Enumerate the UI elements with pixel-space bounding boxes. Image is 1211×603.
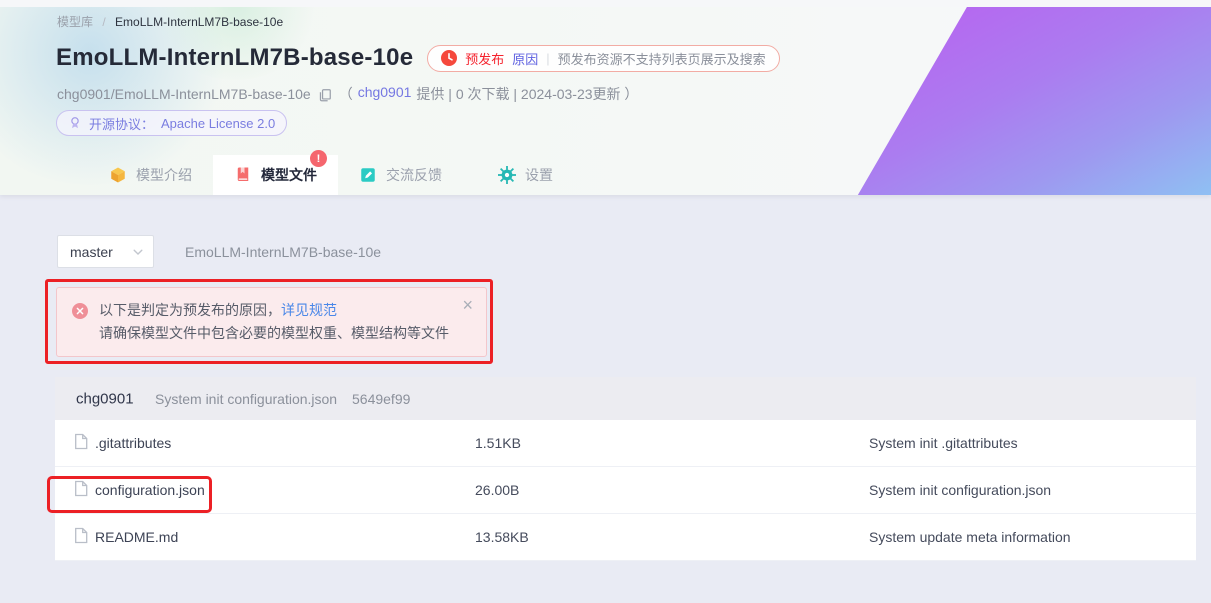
clock-icon [441,50,457,66]
meta-stats: 提供 | 0 次下载 | 2024-03-23更新 ） [416,84,638,104]
model-repo-page: 模型库 / EmoLLM-InternLM7B-base-10e EmoLLM-… [0,0,1211,603]
book-icon [234,166,252,184]
breadcrumb-separator: / [102,15,105,29]
tab-label: 交流反馈 [386,165,442,185]
license-label: 开源协议： [89,114,154,133]
notification-badge: ! [310,150,327,167]
file-name-link[interactable]: README.md [95,529,178,545]
purple-gradient-decoration [851,7,1211,195]
copy-icon[interactable] [318,88,332,102]
file-size: 26.00B [475,482,519,498]
table-row: README.md 13.58KB System update meta inf… [55,514,1196,561]
alert-line1: 以下是判定为预发布的原因，详见规范 [99,299,456,322]
page-title: EmoLLM-InternLM7B-base-10e [56,44,413,72]
table-row: .gitattributes 1.51KB System init .gitat… [55,420,1196,467]
file-icon [74,434,88,453]
license-chip[interactable]: 开源协议： Apache License 2.0 [56,110,287,136]
tab-model-intro[interactable]: 模型介绍 [88,155,213,195]
alert-line2: 请确保模型文件中包含必要的模型权重、模型结构等文件 [99,322,456,345]
file-size: 13.58KB [475,529,529,545]
edit-icon [359,166,377,184]
tab-label: 模型文件 [261,165,317,185]
tab-label: 设置 [525,165,553,185]
prerelease-reason-link[interactable]: 原因 [512,49,538,68]
tab-feedback[interactable]: 交流反馈 [338,155,463,195]
file-table: chg0901 System init configuration.json 5… [55,377,1196,561]
repo-meta: （ chg0901 提供 | 0 次下载 | 2024-03-23更新 ） [339,84,639,104]
breadcrumb: 模型库 / EmoLLM-InternLM7B-base-10e [57,13,283,30]
gear-icon [498,166,516,184]
file-size: 1.51KB [475,435,521,451]
title-row: EmoLLM-InternLM7B-base-10e 预发布 原因 | 预发布资… [56,44,780,72]
file-name-link[interactable]: .gitattributes [95,435,171,451]
breadcrumb-current: EmoLLM-InternLM7B-base-10e [115,15,283,29]
tab-model-files[interactable]: 模型文件 ! [213,155,338,195]
file-icon [74,481,88,500]
medal-icon [68,116,82,130]
prerelease-note: 预发布资源不支持列表页展示及搜索 [558,49,766,68]
badge-divider: | [546,51,549,66]
file-name-link[interactable]: configuration.json [95,482,205,498]
meta-open-paren: （ [339,84,353,104]
prerelease-status-label: 预发布 [465,49,504,68]
top-strip [0,0,1211,7]
license-value: Apache License 2.0 [161,116,275,131]
file-commit-message: System update meta information [869,529,1071,545]
page-header: 模型库 / EmoLLM-InternLM7B-base-10e EmoLLM-… [0,0,1211,195]
current-repo-name: EmoLLM-InternLM7B-base-10e [185,244,381,260]
table-row: configuration.json 26.00B System init co… [55,467,1196,514]
tab-settings[interactable]: 设置 [463,155,588,195]
file-commit-message: System init .gitattributes [869,435,1018,451]
file-icon [74,528,88,547]
commit-header: chg0901 System init configuration.json 5… [55,377,1196,420]
spec-link[interactable]: 详见规范 [281,302,337,318]
tab-label: 模型介绍 [136,165,192,185]
breadcrumb-root[interactable]: 模型库 [57,15,93,29]
commit-message: System init configuration.json [155,391,337,407]
commit-author[interactable]: chg0901 [76,390,134,407]
provider-link[interactable]: chg0901 [358,84,412,104]
prerelease-badge: 预发布 原因 | 预发布资源不支持列表页展示及搜索 [427,45,779,72]
alert-text-1: 以下是判定为预发布的原因， [99,302,281,318]
repo-line: chg0901/EmoLLM-InternLM7B-base-10e （ chg… [57,84,638,104]
repo-path: chg0901/EmoLLM-InternLM7B-base-10e [57,86,311,102]
commit-hash: 5649ef99 [352,391,410,407]
error-icon [72,303,88,326]
cube-icon [109,166,127,184]
chevron-down-icon [132,246,144,258]
prerelease-alert: 以下是判定为预发布的原因，详见规范 请确保模型文件中包含必要的模型权重、模型结构… [56,287,487,357]
branch-name: master [70,244,113,260]
close-icon[interactable]: × [462,296,473,314]
tab-bar: 模型介绍 模型文件 ! 交流反馈 设置 [88,155,588,195]
branch-selector[interactable]: master [57,235,154,268]
file-commit-message: System init configuration.json [869,482,1051,498]
